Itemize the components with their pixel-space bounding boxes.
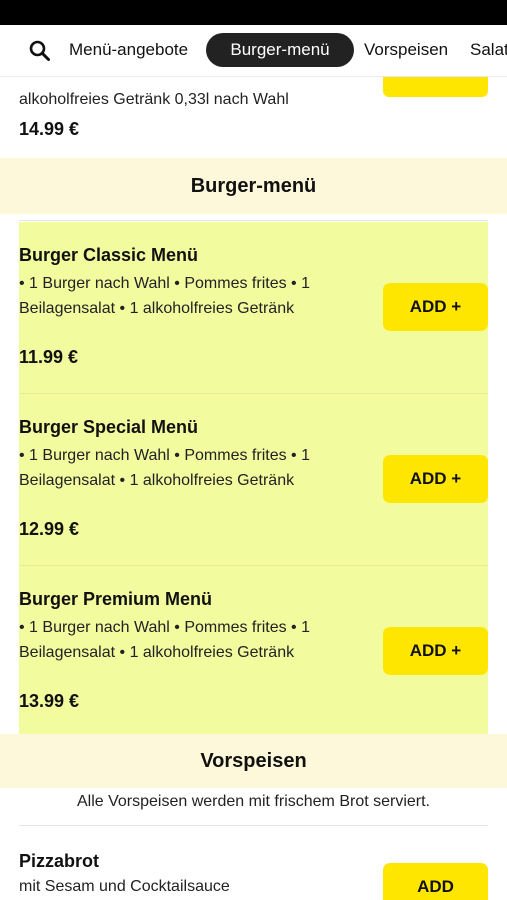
menu-item[interactable]: Burger Premium Menü • 1 Burger nach Wahl… [19, 566, 488, 738]
item-price: 11.99 € [19, 347, 79, 367]
menu-item[interactable]: Pizzabrot mit Sesam und Cocktailsauce AD… [19, 826, 488, 900]
menu-item[interactable]: Burger Special Menü • 1 Burger nach Wahl… [19, 394, 488, 566]
search-icon[interactable] [27, 38, 53, 64]
section-note: Alle Vorspeisen werden mit frischem Brot… [76, 793, 430, 810]
menu-item[interactable]: Burger Classic Menü • 1 Burger nach Wahl… [19, 222, 488, 394]
add-button[interactable]: ADD + [383, 627, 488, 675]
item-description: alkoholfreies Getränk 0,33l nach Wahl [19, 91, 289, 108]
item-description: • 1 Burger nach Wahl • Pommes frites • 1… [19, 447, 310, 489]
item-price: 12.99 € [19, 519, 80, 539]
item-name: Burger Classic Menü [19, 245, 199, 265]
item-description: • 1 Burger nach Wahl • Pommes frites • 1… [19, 275, 310, 317]
tab-salat[interactable]: Salat [470, 33, 507, 67]
add-button[interactable] [383, 77, 488, 97]
section-header-burger-menu: Burger-menü [0, 158, 507, 214]
category-nav: Menü-angebote Burger-menü Vorspeisen Sal… [0, 25, 507, 77]
item-name: Burger Special Menü [19, 417, 199, 437]
item-description: • 1 Burger nach Wahl • Pommes frites • 1… [19, 619, 310, 661]
add-button[interactable]: ADD + [383, 283, 488, 331]
status-bar [0, 0, 507, 25]
tab-burger-menu[interactable]: Burger-menü [206, 33, 354, 67]
item-name: Pizzabrot [19, 851, 100, 871]
item-price: 14.99 € [19, 119, 80, 139]
item-price: 13.99 € [19, 691, 80, 711]
tab-menu-angebote[interactable]: Menü-angebote [69, 33, 188, 67]
menu-list[interactable]: alkoholfreies Getränk 0,33l nach Wahl 14… [0, 77, 507, 900]
divider [19, 220, 488, 221]
section-header-vorspeisen: Vorspeisen [0, 734, 507, 788]
item-name: Burger Premium Menü [19, 589, 213, 609]
add-button[interactable]: ADD [383, 863, 488, 900]
tab-vorspeisen[interactable]: Vorspeisen [364, 33, 448, 67]
add-button[interactable]: ADD + [383, 455, 488, 503]
item-description: mit Sesam und Cocktailsauce [19, 878, 230, 895]
